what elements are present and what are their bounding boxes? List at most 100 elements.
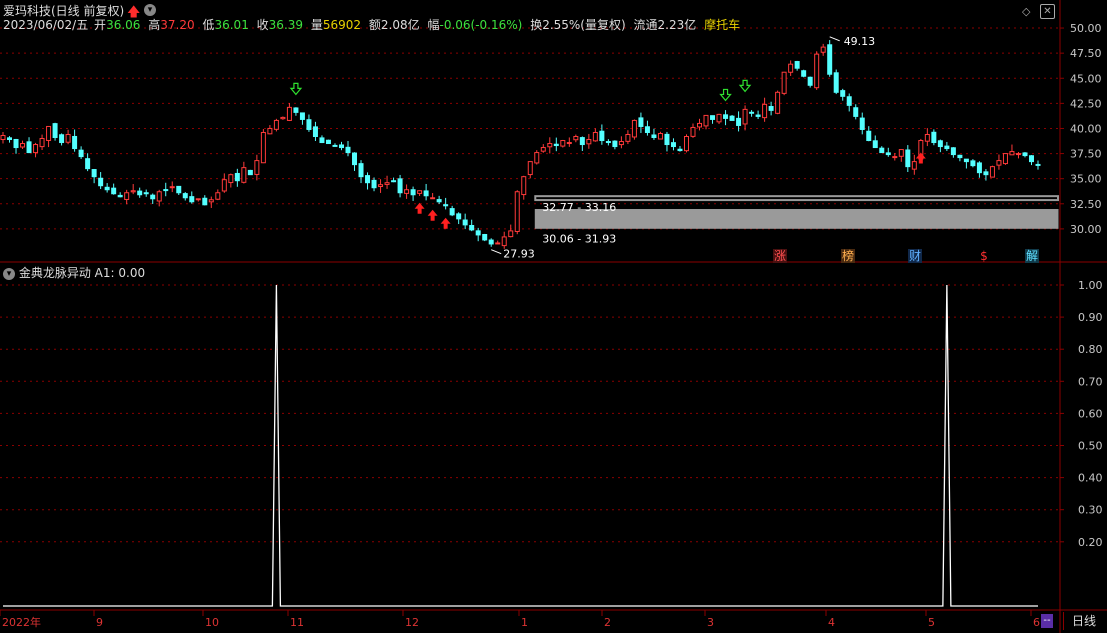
marker-jie[interactable]: 解 — [1025, 249, 1039, 263]
price-tick-label: 42.50 — [1070, 97, 1102, 110]
candle-body — [1028, 155, 1034, 163]
buy-arrow-icon — [915, 152, 926, 164]
indicator-tick-label: 0.50 — [1078, 440, 1103, 453]
indicator-dropdown-icon[interactable]: ▾ — [3, 267, 15, 280]
candle-body — [983, 171, 989, 176]
band-upper-label: 32.77 - 33.16 — [542, 201, 616, 214]
buy-arrow-icon — [427, 209, 438, 221]
sell-arrow-icon — [738, 79, 752, 93]
marker-bang[interactable]: 榜 — [841, 249, 855, 263]
candle-body — [195, 198, 201, 201]
scroll-toggle-icon[interactable]: -- — [1041, 614, 1053, 628]
candle-body — [208, 199, 214, 203]
open-value: 36.06 — [106, 18, 141, 32]
candle-body — [169, 186, 175, 189]
candle-body — [117, 194, 123, 198]
buy-arrow-icon — [440, 217, 451, 229]
candle-body — [625, 133, 631, 142]
candle-body — [931, 131, 937, 144]
candle-body — [371, 179, 377, 189]
time-tick-label: 3 — [707, 616, 714, 629]
candle-body — [391, 180, 397, 183]
min-pointer — [491, 249, 502, 255]
candle-body — [540, 147, 546, 152]
dropdown-icon[interactable]: ▾ — [144, 4, 156, 16]
candle-body — [384, 182, 390, 185]
candle-body — [898, 149, 904, 157]
indicator-name[interactable]: 金典龙脉异动 — [19, 266, 91, 280]
candle-body — [306, 119, 312, 130]
time-tick-label: 12 — [405, 616, 419, 629]
candle-body — [911, 161, 917, 170]
float-cap: 流通2.23亿 — [633, 18, 697, 32]
candle-body — [872, 140, 878, 149]
candle-body — [534, 152, 540, 164]
candle-body — [111, 187, 117, 195]
marker-dollar[interactable]: $ — [977, 249, 991, 263]
price-tick-label: 35.00 — [1070, 173, 1102, 186]
close-icon[interactable]: ✕ — [1040, 4, 1055, 19]
sell-arrow-icon — [719, 88, 732, 102]
indicator-tick-label: 0.90 — [1078, 311, 1103, 324]
candle-body — [293, 107, 299, 113]
marker-zhang[interactable]: 涨 — [773, 249, 787, 263]
candle-body — [1009, 151, 1015, 156]
price-tick-label: 50.00 — [1070, 22, 1102, 35]
candle-body — [1035, 163, 1041, 166]
candle-body — [814, 53, 820, 89]
candle-body — [775, 91, 781, 114]
candle-body — [234, 172, 240, 182]
candle-body — [299, 112, 305, 120]
time-tick-label: 1 — [521, 616, 528, 629]
candle-body — [423, 190, 429, 197]
candle-body — [124, 192, 130, 200]
candle-body — [130, 190, 136, 193]
candle-body — [482, 234, 488, 241]
candle-body — [749, 111, 755, 114]
candle-body — [579, 137, 585, 146]
time-tick-label: 2022年 — [2, 615, 41, 629]
candle-body — [456, 213, 462, 220]
candle-body — [26, 141, 32, 154]
candle-body — [879, 147, 885, 154]
candle-body — [39, 138, 45, 148]
candle-body — [430, 197, 436, 200]
candle-body — [755, 114, 761, 117]
candle-body — [846, 96, 852, 106]
candle-body — [312, 126, 318, 138]
indicator-value: A1: 0.00 — [94, 266, 146, 280]
low-value: 36.01 — [214, 18, 249, 32]
candle-body — [254, 160, 260, 175]
candle-body — [801, 70, 807, 77]
candle-body — [65, 133, 71, 143]
candle-body — [547, 143, 553, 148]
tab-daily[interactable]: 日线 — [1063, 612, 1104, 630]
time-tick-label: 11 — [290, 616, 304, 629]
candle-body — [436, 199, 442, 203]
price-chart[interactable]: 30.00 32.50 35.00 37.50 40.00 42.50 45.00 47.50… — [0, 0, 1107, 633]
candle-body — [788, 63, 794, 73]
candle-body — [104, 186, 110, 191]
candle-body — [163, 189, 169, 192]
max-label: 49.13 — [844, 35, 876, 48]
candle-body — [703, 114, 709, 127]
buy-arrow-icon — [414, 202, 425, 214]
candle-body — [221, 179, 227, 192]
candle-body — [729, 115, 735, 121]
price-tick-label: 37.50 — [1070, 148, 1102, 161]
min-label: 27.93 — [503, 248, 534, 261]
candle-body — [1015, 153, 1021, 156]
candle-body — [338, 144, 344, 149]
candle-body — [670, 142, 676, 148]
candle-body — [20, 143, 26, 148]
diamond-icon[interactable]: ◇ — [1022, 5, 1030, 18]
price-tick-label: 30.00 — [1070, 223, 1102, 236]
candle-body — [976, 162, 982, 174]
candle-body — [553, 143, 559, 147]
candle-body — [638, 117, 644, 127]
candle-body — [176, 185, 182, 194]
candle-body — [189, 196, 195, 203]
marker-cai[interactable]: 财 — [908, 249, 922, 263]
sector: 摩托车 — [704, 18, 741, 32]
candle-body — [677, 148, 683, 152]
